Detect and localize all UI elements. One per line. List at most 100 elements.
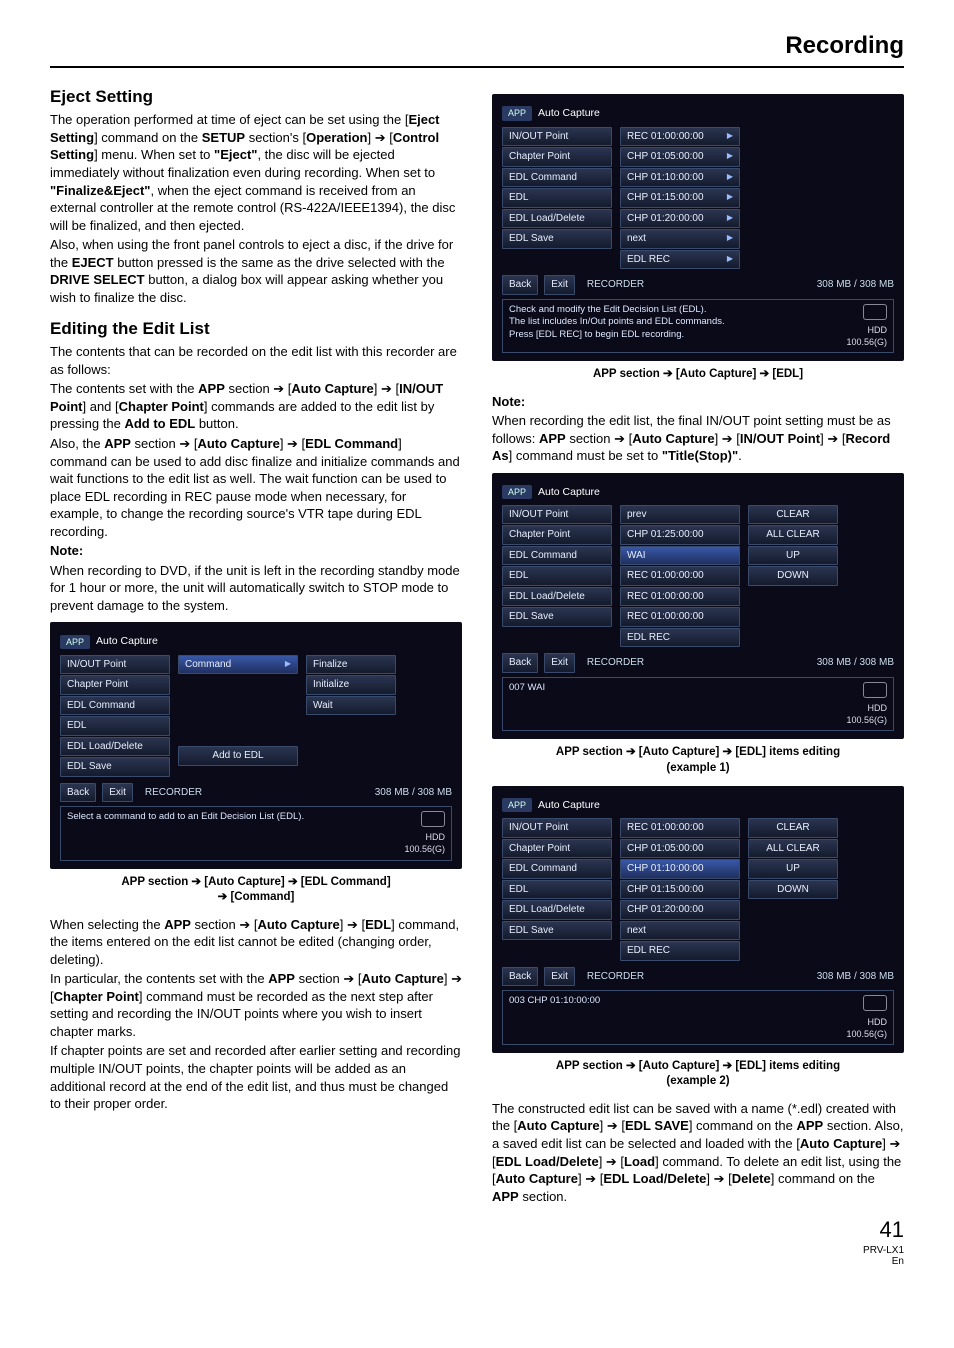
add-to-edl-button[interactable]: Add to EDL xyxy=(178,746,298,766)
edl-item[interactable]: EDL REC▶ xyxy=(620,250,740,270)
t: Auto Capture xyxy=(257,917,339,932)
status: 007 WAI xyxy=(509,682,545,726)
t: APP xyxy=(268,971,295,986)
t: "Title(Stop)" xyxy=(662,448,738,463)
t: section ➔ [ xyxy=(225,381,292,396)
t: button pressed is the same as the drive … xyxy=(114,255,445,270)
note-label: Note: xyxy=(492,393,904,411)
menu-item[interactable]: Chapter Point xyxy=(502,525,612,545)
t: ] ➔ [ xyxy=(715,431,740,446)
menu-item[interactable]: IN/OUT Point xyxy=(60,655,170,675)
edl-item[interactable]: EDL REC xyxy=(620,941,740,961)
t: Also, the xyxy=(50,436,104,451)
edl-item[interactable]: REC 01:00:00:00 xyxy=(620,607,740,627)
action-button[interactable]: ALL CLEAR xyxy=(748,839,838,859)
action-button[interactable]: UP xyxy=(748,546,838,566)
back-button[interactable]: Back xyxy=(502,967,538,987)
action-button[interactable]: CLEAR xyxy=(748,505,838,525)
t: section ➔ [ xyxy=(566,431,633,446)
exit-button[interactable]: Exit xyxy=(544,967,575,987)
edl-item[interactable]: prev xyxy=(620,505,740,525)
menu-item[interactable]: EDL xyxy=(502,880,612,900)
t: IN/OUT Point xyxy=(740,431,820,446)
edl-item[interactable]: CHP 01:15:00:00▶ xyxy=(620,188,740,208)
recorder-label: RECORDER xyxy=(581,278,811,292)
menu-item[interactable]: EDL Load/Delete xyxy=(502,587,612,607)
edl-item[interactable]: next xyxy=(620,921,740,941)
menu-item[interactable]: EDL xyxy=(502,566,612,586)
edl-item[interactable]: REC 01:00:00:00 xyxy=(620,818,740,838)
menu-item[interactable]: EDL Load/Delete xyxy=(502,209,612,229)
t: The operation performed at time of eject… xyxy=(50,112,408,127)
menu-item[interactable]: IN/OUT Point xyxy=(502,127,612,147)
t: SETUP xyxy=(202,130,245,145)
edl-item[interactable]: REC 01:00:00:00 xyxy=(620,566,740,586)
menu-item[interactable]: EDL Command xyxy=(502,168,612,188)
back-button[interactable]: Back xyxy=(502,275,538,295)
menu-item[interactable]: EDL Command xyxy=(60,696,170,716)
menu-item[interactable]: EDL Load/Delete xyxy=(502,900,612,920)
exit-button[interactable]: Exit xyxy=(544,275,575,295)
t: ] command on the xyxy=(94,130,202,145)
t: APP xyxy=(796,1118,823,1133)
edl-item[interactable]: EDL REC xyxy=(620,628,740,648)
screenshot-edl-edit1: APPAuto Capture IN/OUT PointChapter Poin… xyxy=(492,473,904,740)
option-item[interactable]: Initialize xyxy=(306,675,396,695)
t: The contents set with the xyxy=(50,381,198,396)
recorder-label: RECORDER xyxy=(581,970,811,984)
t: APP xyxy=(539,431,566,446)
action-button[interactable]: DOWN xyxy=(748,566,838,586)
back-button[interactable]: Back xyxy=(60,783,96,803)
para: If chapter points are set and recorded a… xyxy=(50,1042,462,1112)
action-button[interactable]: ALL CLEAR xyxy=(748,525,838,545)
edl-item[interactable]: next▶ xyxy=(620,229,740,249)
edl-item[interactable]: CHP 01:20:00:00 xyxy=(620,900,740,920)
menu-item[interactable]: EDL Command xyxy=(502,546,612,566)
edl-item[interactable]: CHP 01:10:00:00▶ xyxy=(620,168,740,188)
menu-item[interactable]: EDL Save xyxy=(60,757,170,777)
edl-item[interactable]: CHP 01:05:00:00 xyxy=(620,839,740,859)
menu-item[interactable]: EDL Load/Delete xyxy=(60,737,170,757)
t: "Eject" xyxy=(214,147,257,162)
menu-item[interactable]: EDL xyxy=(502,188,612,208)
hdd-badge: HDD100.56(G) xyxy=(846,995,887,1039)
t: DRIVE SELECT xyxy=(50,272,145,287)
edl-item[interactable]: REC 01:00:00:00▶ xyxy=(620,127,740,147)
edl-item[interactable]: REC 01:00:00:00 xyxy=(620,587,740,607)
para: In particular, the contents set with the… xyxy=(50,970,462,1040)
edl-item[interactable]: CHP 01:10:00:00 xyxy=(620,859,740,879)
menu-item[interactable]: EDL Save xyxy=(502,607,612,627)
edl-item[interactable]: CHP 01:15:00:00 xyxy=(620,880,740,900)
menu-item[interactable]: IN/OUT Point xyxy=(502,505,612,525)
option-item[interactable]: Finalize xyxy=(306,655,396,675)
edl-item[interactable]: WAI xyxy=(620,546,740,566)
app-badge: APP xyxy=(502,106,532,120)
page-header: Recording xyxy=(50,30,904,68)
screenshot-edl: APPAuto Capture IN/OUT PointChapter Poin… xyxy=(492,94,904,361)
action-button[interactable]: CLEAR xyxy=(748,818,838,838)
menu-item[interactable]: EDL Save xyxy=(502,229,612,249)
menu-item[interactable]: Chapter Point xyxy=(502,839,612,859)
menu-item[interactable]: EDL Save xyxy=(502,921,612,941)
edl-item[interactable]: CHP 01:25:00:00 xyxy=(620,525,740,545)
exit-button[interactable]: Exit xyxy=(102,783,133,803)
action-button[interactable]: DOWN xyxy=(748,880,838,900)
recorder-label: RECORDER xyxy=(581,656,811,670)
t: When selecting the xyxy=(50,917,164,932)
menu-item[interactable]: Chapter Point xyxy=(60,675,170,695)
t: ] ➔ [ xyxy=(368,130,393,145)
back-button[interactable]: Back xyxy=(502,653,538,673)
command-cell[interactable]: Command▶ xyxy=(178,655,298,675)
menu-item[interactable]: Chapter Point xyxy=(502,147,612,167)
edl-item[interactable]: CHP 01:20:00:00▶ xyxy=(620,209,740,229)
t: Load xyxy=(624,1154,655,1169)
exit-button[interactable]: Exit xyxy=(544,653,575,673)
option-item[interactable]: Wait xyxy=(306,696,396,716)
action-button[interactable]: UP xyxy=(748,859,838,879)
menu-item[interactable]: EDL xyxy=(60,716,170,736)
menu-item[interactable]: IN/OUT Point xyxy=(502,818,612,838)
t: APP xyxy=(198,381,225,396)
menu-item[interactable]: EDL Command xyxy=(502,859,612,879)
mb-label: 308 MB / 308 MB xyxy=(817,278,894,292)
edl-item[interactable]: CHP 01:05:00:00▶ xyxy=(620,147,740,167)
